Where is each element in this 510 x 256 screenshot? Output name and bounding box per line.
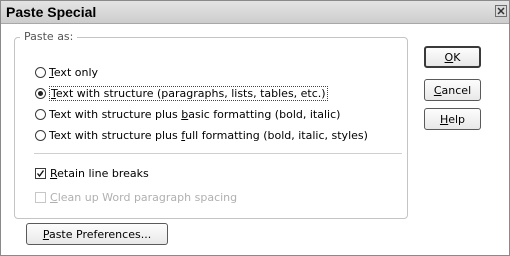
clean-up-spacing-option[interactable]: Clean up Word paragraph spacing <box>35 189 237 205</box>
ok-button[interactable]: OK <box>424 46 481 68</box>
options-separator <box>34 153 402 154</box>
paste-preferences-label: Paste Preferences... <box>42 227 152 241</box>
cancel-button-label: Cancel <box>433 83 472 97</box>
close-x-icon <box>497 7 505 15</box>
help-button[interactable]: Help <box>424 108 481 130</box>
help-button-label: Help <box>439 112 466 126</box>
radio-text-with-structure[interactable]: Text with structure (paragraphs, lists, … <box>35 85 328 101</box>
radio-label-text-with-structure: Text with structure (paragraphs, lists, … <box>49 85 328 101</box>
retain-line-breaks-checkbox[interactable] <box>35 167 46 179</box>
radio-button-selected[interactable] <box>35 87 46 99</box>
checkmark-icon <box>36 169 45 177</box>
radio-label-basic-formatting: Text with structure plus basic formattin… <box>49 107 341 121</box>
radio-button[interactable] <box>35 129 46 141</box>
radio-button[interactable] <box>35 66 46 78</box>
retain-line-breaks-label: Retain line breaks <box>50 166 149 180</box>
cancel-button[interactable]: Cancel <box>424 79 481 101</box>
ok-button-label: OK <box>444 50 461 64</box>
radio-text-only[interactable]: Text only <box>35 64 98 80</box>
clean-up-spacing-label: Clean up Word paragraph spacing <box>50 190 238 204</box>
radio-label-full-formatting: Text with structure plus full formatting… <box>49 128 368 142</box>
clean-up-spacing-checkbox[interactable] <box>35 191 46 203</box>
paste-special-dialog: Paste Special Paste as: Text only Text w… <box>0 0 510 256</box>
paste-preferences-button[interactable]: Paste Preferences... <box>26 223 168 245</box>
title-bar[interactable]: Paste Special <box>1 1 509 24</box>
radio-label-text-only: Text only <box>49 65 99 79</box>
radio-full-formatting[interactable]: Text with structure plus full formatting… <box>35 127 368 143</box>
dialog-title: Paste Special <box>6 4 97 20</box>
paste-as-legend: Paste as: <box>20 30 78 43</box>
radio-button[interactable] <box>35 108 46 120</box>
radio-basic-formatting[interactable]: Text with structure plus basic formattin… <box>35 106 340 122</box>
retain-line-breaks-option[interactable]: Retain line breaks <box>35 165 149 181</box>
close-button[interactable] <box>495 5 507 17</box>
